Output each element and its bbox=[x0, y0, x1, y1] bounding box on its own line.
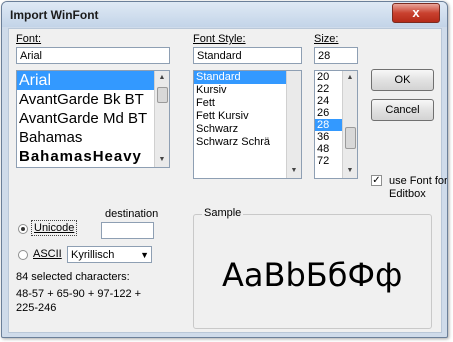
scroll-thumb[interactable] bbox=[345, 127, 356, 149]
font-list-scrollbar[interactable]: ▲ ▼ bbox=[154, 71, 169, 167]
checkmark-icon: ✓ bbox=[372, 175, 381, 186]
list-item[interactable]: Kursiv bbox=[194, 84, 301, 97]
sample-text: AaBbБбФф bbox=[222, 256, 403, 294]
charset-select[interactable]: Kyrillisch ▼ bbox=[67, 246, 152, 263]
list-item[interactable]: Arial bbox=[17, 71, 169, 90]
use-font-label: use Font for bbox=[389, 175, 448, 187]
size-list-scrollbar[interactable]: ▲ ▼ bbox=[342, 71, 357, 178]
list-item[interactable]: Schwarz bbox=[194, 123, 301, 136]
ascii-label[interactable]: ASCII bbox=[33, 248, 62, 260]
dialog-body: Font: Arial Arial AvantGarde Bk BT Avant… bbox=[8, 28, 447, 333]
size-label: Size: bbox=[314, 33, 339, 45]
selected-ranges: 48-57 + 65-90 + 97-122 + bbox=[16, 288, 142, 300]
font-style-list[interactable]: Standard Kursiv Fett Fett Kursiv Schwarz… bbox=[193, 70, 302, 179]
scroll-down-icon[interactable]: ▼ bbox=[287, 164, 301, 178]
font-list[interactable]: Arial AvantGarde Bk BT AvantGarde Md BT … bbox=[16, 70, 170, 168]
selected-ranges-cont: 225-246 bbox=[16, 302, 57, 314]
font-name-input[interactable]: Arial bbox=[16, 47, 170, 64]
import-winfont-dialog: Import WinFont x Font: Arial Arial Avant… bbox=[1, 1, 448, 338]
list-item[interactable]: 28 bbox=[315, 119, 342, 131]
list-item[interactable]: AvantGarde Md BT bbox=[17, 109, 169, 128]
size-input[interactable]: 28 bbox=[314, 47, 358, 64]
list-item[interactable]: Bahamas bbox=[17, 128, 169, 147]
close-button[interactable]: x bbox=[392, 3, 440, 23]
list-item[interactable]: AvantGarde Bk BT bbox=[17, 90, 169, 109]
cancel-button[interactable]: Cancel bbox=[371, 99, 434, 121]
ok-button[interactable]: OK bbox=[371, 69, 434, 91]
scroll-up-icon[interactable]: ▲ bbox=[343, 71, 357, 85]
dropdown-arrow-icon[interactable]: ▼ bbox=[140, 248, 149, 262]
font-style-label: Font Style: bbox=[193, 33, 246, 45]
editbox-label: Editbox bbox=[389, 188, 426, 200]
selected-count: 84 selected characters: bbox=[16, 271, 130, 283]
list-item[interactable]: Fett Kursiv bbox=[194, 110, 301, 123]
font-label: Font: bbox=[16, 33, 42, 45]
font-style-scrollbar[interactable]: ▼ bbox=[286, 71, 301, 178]
scroll-up-icon[interactable] bbox=[287, 71, 301, 85]
scroll-thumb[interactable] bbox=[157, 87, 168, 103]
unicode-label[interactable]: Unicode bbox=[31, 220, 78, 236]
unicode-radio[interactable] bbox=[18, 224, 28, 234]
ascii-radio[interactable] bbox=[18, 250, 28, 260]
size-list[interactable]: 20 22 24 26 28 36 48 72 ▲ ▼ bbox=[314, 70, 358, 179]
use-font-for-editbox-checkbox[interactable]: ✓ bbox=[371, 175, 382, 186]
list-item[interactable]: Schwarz Schrä bbox=[194, 136, 301, 149]
list-item[interactable]: Standard bbox=[194, 71, 301, 84]
scroll-down-icon[interactable]: ▼ bbox=[155, 153, 169, 167]
scroll-down-icon[interactable]: ▼ bbox=[343, 164, 357, 178]
list-item[interactable]: BahamasHeavy bbox=[17, 147, 169, 166]
font-style-input[interactable]: Standard bbox=[193, 47, 302, 64]
scroll-up-icon[interactable]: ▲ bbox=[155, 71, 169, 85]
close-icon: x bbox=[412, 5, 420, 20]
charset-value: Kyrillisch bbox=[71, 249, 115, 261]
title-bar[interactable]: Import WinFont x bbox=[2, 2, 447, 27]
destination-label: destination bbox=[105, 208, 159, 220]
dialog-title: Import WinFont bbox=[10, 8, 99, 22]
sample-label: Sample bbox=[202, 207, 244, 219]
list-item[interactable]: Fett bbox=[194, 97, 301, 110]
destination-input[interactable] bbox=[101, 222, 154, 239]
